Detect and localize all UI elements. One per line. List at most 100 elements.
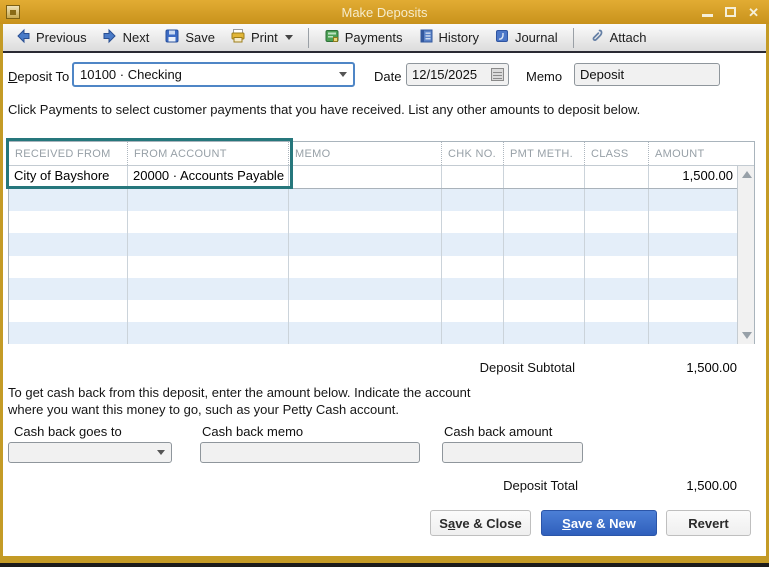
- table-body: City of Bayshore 20000 · Accounts Payabl…: [9, 166, 754, 344]
- memo-label: Memo: [526, 69, 563, 84]
- table-row: City of Bayshore 20000 · Accounts Payabl…: [9, 166, 737, 190]
- scroll-up-icon[interactable]: [742, 171, 752, 178]
- history-button[interactable]: History: [414, 26, 483, 49]
- make-deposits-window: Make Deposits ✕ Previous Next Save Print…: [0, 0, 769, 567]
- cashback-amount-input[interactable]: [443, 443, 582, 462]
- empty-cell[interactable]: [9, 300, 127, 322]
- empty-cell[interactable]: [584, 211, 648, 234]
- empty-cell[interactable]: [127, 233, 288, 256]
- empty-cell[interactable]: [503, 255, 584, 278]
- cashback-amount-field[interactable]: [442, 442, 583, 463]
- empty-cell[interactable]: [584, 189, 648, 212]
- empty-cell[interactable]: [9, 233, 127, 255]
- cell-from-account[interactable]: 20000 · Accounts Payable: [127, 166, 288, 189]
- cell-chk-no[interactable]: [441, 166, 503, 189]
- empty-cell[interactable]: [288, 321, 441, 344]
- table-row-empty: [9, 299, 737, 322]
- maximize-icon[interactable]: [725, 7, 737, 17]
- empty-cell[interactable]: [127, 321, 288, 344]
- empty-cell[interactable]: [127, 189, 288, 212]
- window-border: [0, 0, 3, 563]
- cashback-memo-field[interactable]: [200, 442, 420, 463]
- empty-cell[interactable]: [503, 233, 584, 256]
- empty-cell[interactable]: [441, 321, 503, 344]
- empty-cell[interactable]: [288, 299, 441, 322]
- save-close-button[interactable]: Sa ve & Close: [430, 510, 531, 536]
- empty-cell[interactable]: [648, 299, 737, 322]
- journal-button[interactable]: Journal: [490, 26, 562, 49]
- empty-cell[interactable]: [584, 277, 648, 300]
- cell-amount[interactable]: 1,500.00: [648, 166, 737, 189]
- close-icon[interactable]: ✕: [748, 6, 759, 19]
- cell-class[interactable]: [584, 166, 648, 189]
- scroll-down-icon[interactable]: [742, 332, 752, 339]
- empty-cell[interactable]: [648, 233, 737, 256]
- print-dropdown-arrow[interactable]: [284, 35, 293, 40]
- empty-cell[interactable]: [9, 189, 127, 211]
- empty-cell[interactable]: [441, 299, 503, 322]
- empty-cell[interactable]: [9, 256, 127, 278]
- empty-cell[interactable]: [288, 189, 441, 212]
- attach-button[interactable]: Attach: [585, 26, 651, 49]
- date-field[interactable]: [406, 63, 509, 86]
- chevron-down-icon: [339, 72, 347, 77]
- empty-cell[interactable]: [288, 233, 441, 256]
- print-button[interactable]: Print: [226, 26, 297, 49]
- deposit-to-dropdown[interactable]: 10100 · Checking: [72, 62, 355, 87]
- empty-cell[interactable]: [441, 211, 503, 234]
- empty-cell[interactable]: [288, 211, 441, 234]
- column-header-memo: MEMO: [288, 142, 441, 165]
- empty-cell[interactable]: [503, 211, 584, 234]
- empty-cell[interactable]: [503, 299, 584, 322]
- empty-cell[interactable]: [584, 321, 648, 344]
- empty-cell[interactable]: [288, 277, 441, 300]
- empty-cell[interactable]: [503, 277, 584, 300]
- previous-button[interactable]: Previous: [11, 26, 91, 49]
- empty-cell[interactable]: [503, 189, 584, 212]
- vertical-scrollbar[interactable]: [737, 166, 754, 344]
- table-row-empty: [9, 211, 737, 234]
- empty-cell[interactable]: [584, 299, 648, 322]
- empty-cell[interactable]: [441, 233, 503, 256]
- empty-cell[interactable]: [648, 211, 737, 234]
- empty-cell[interactable]: [441, 277, 503, 300]
- deposit-subtotal-value: 1,500.00: [686, 360, 737, 375]
- empty-cell[interactable]: [648, 255, 737, 278]
- empty-cell[interactable]: [127, 277, 288, 300]
- cell-received-from[interactable]: City of Bayshore: [9, 166, 127, 188]
- memo-field[interactable]: [574, 63, 720, 86]
- cell-pmt-meth[interactable]: [503, 166, 584, 189]
- column-header-class: CLASS: [584, 142, 648, 165]
- empty-cell[interactable]: [584, 233, 648, 256]
- empty-cell[interactable]: [648, 321, 737, 344]
- empty-cell[interactable]: [441, 255, 503, 278]
- empty-cell[interactable]: [584, 255, 648, 278]
- revert-button[interactable]: Revert: [666, 510, 751, 536]
- empty-cell[interactable]: [288, 255, 441, 278]
- memo-input[interactable]: [575, 64, 719, 85]
- column-header-chk-no: CHK NO.: [441, 142, 503, 165]
- next-button[interactable]: Next: [98, 26, 154, 49]
- empty-cell[interactable]: [127, 211, 288, 234]
- empty-cell[interactable]: [441, 189, 503, 212]
- empty-cell[interactable]: [9, 278, 127, 300]
- cashback-goes-to-dropdown[interactable]: [8, 442, 172, 463]
- empty-cell[interactable]: [503, 321, 584, 344]
- deposit-total-value: 1,500.00: [686, 478, 737, 493]
- cashback-memo-input[interactable]: [201, 443, 419, 462]
- cashback-description: To get cash back from this deposit, ente…: [8, 385, 471, 417]
- paperclip-icon: [589, 28, 605, 47]
- payments-button[interactable]: Payments: [320, 26, 407, 49]
- empty-cell[interactable]: [127, 299, 288, 322]
- empty-cell[interactable]: [648, 277, 737, 300]
- empty-cell[interactable]: [9, 211, 127, 233]
- column-header-received-from: RECEIVED FROM: [15, 147, 111, 160]
- save-new-button[interactable]: Save & New: [541, 510, 657, 536]
- minimize-icon[interactable]: [702, 14, 714, 17]
- empty-cell[interactable]: [127, 255, 288, 278]
- empty-cell[interactable]: [648, 189, 737, 212]
- calendar-icon[interactable]: [491, 68, 504, 81]
- cell-memo[interactable]: [288, 166, 441, 189]
- empty-cell[interactable]: [9, 322, 127, 344]
- save-button[interactable]: Save: [160, 26, 219, 49]
